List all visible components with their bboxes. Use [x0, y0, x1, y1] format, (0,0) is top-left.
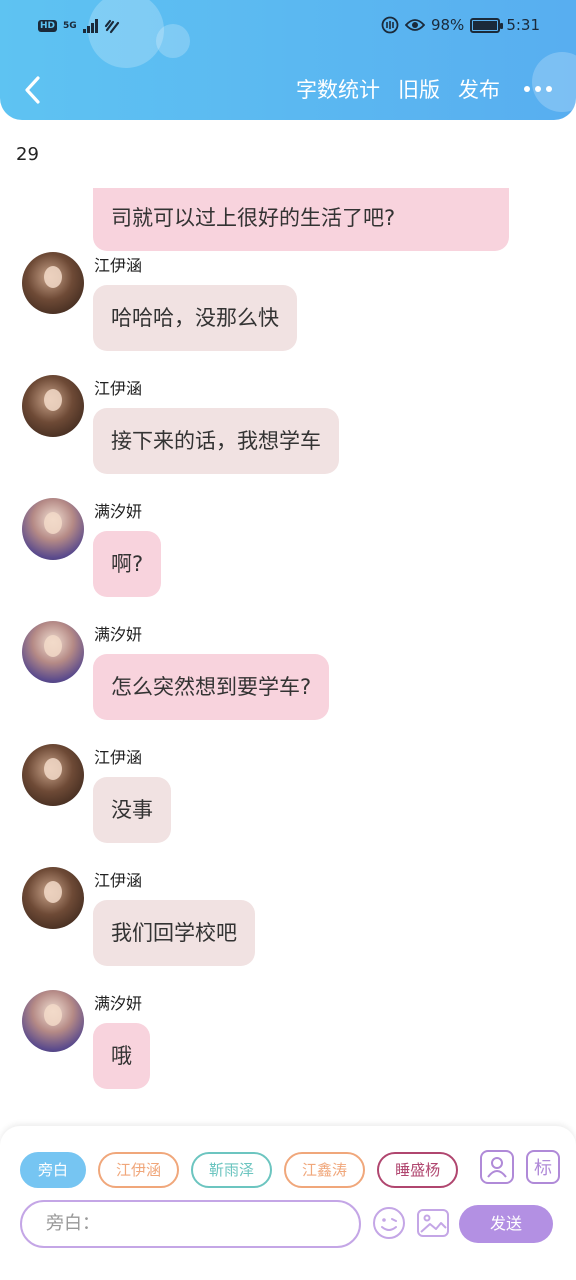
speaker-name: 江伊涵	[94, 379, 143, 398]
person-card-icon[interactable]	[480, 1150, 514, 1184]
message-row: 满汐妍 怎么突然想到要学车?	[0, 621, 576, 744]
input-placeholder: 旁白：	[46, 1213, 100, 1234]
battery-fill	[473, 20, 498, 30]
message-bubble[interactable]: 我们回学校吧	[93, 900, 255, 966]
message-row: 江伊涵 没事	[0, 744, 576, 867]
message-bubble[interactable]: 怎么突然想到要学车?	[93, 654, 330, 720]
composer-panel: 旁白 江伊涵 靳雨泽 江鑫涛 睡盛杨 标 旁白： 发送	[0, 1126, 576, 1280]
hd-badge: HD	[38, 20, 58, 32]
message-bubble[interactable]: 哦	[93, 1023, 150, 1089]
avatar[interactable]	[22, 744, 84, 806]
speaker-name: 江伊涵	[94, 748, 143, 767]
message-bubble[interactable]: 接下来的话，我想学车	[93, 408, 339, 474]
top-header: HD 5G 98% 5:31 字数统计 旧版 发布	[0, 0, 576, 120]
message-row: 满汐妍 哦	[0, 990, 576, 1113]
role-chip-narration[interactable]: 旁白	[20, 1152, 87, 1188]
chevron-left-icon	[25, 76, 40, 104]
message-row: 江伊涵 哈哈哈，没那么快	[0, 252, 576, 375]
battery-percent: 98%	[430, 16, 465, 34]
clock-time: 5:31	[506, 16, 540, 34]
eye-icon	[404, 19, 425, 31]
message-bubble[interactable]: 哈哈哈，没那么快	[93, 285, 297, 351]
send-button[interactable]: 发送	[459, 1205, 553, 1243]
speaker-name: 江伊涵	[94, 256, 143, 275]
message-row: 江伊涵 我们回学校吧	[0, 867, 576, 990]
image-icon[interactable]	[416, 1206, 450, 1240]
word-count-button[interactable]: 字数统计	[296, 74, 380, 104]
nfc-icon	[381, 16, 399, 34]
more-dots-icon[interactable]	[518, 74, 552, 104]
mark-button[interactable]: 标	[526, 1150, 560, 1184]
signal-icon	[82, 19, 98, 33]
nav-bar: 字数统计 旧版 发布	[0, 66, 576, 114]
status-bar: HD 5G 98% 5:31	[0, 14, 576, 44]
back-button[interactable]	[18, 72, 48, 108]
speaker-name: 江伊涵	[94, 871, 143, 890]
battery-icon	[470, 17, 504, 33]
publish-button[interactable]: 发布	[458, 74, 500, 104]
speaker-name: 满汐妍	[94, 625, 143, 644]
wifi-link-icon	[104, 19, 119, 34]
old-version-button[interactable]: 旧版	[398, 74, 440, 104]
avatar[interactable]	[22, 498, 84, 560]
avatar[interactable]	[22, 867, 84, 929]
smiley-icon[interactable]	[372, 1206, 406, 1240]
role-chip[interactable]: 江鑫涛	[284, 1152, 366, 1188]
message-bubble[interactable]: 啊?	[93, 531, 162, 597]
message-row: 司就可以过上很好的生活了吧?	[0, 188, 576, 252]
role-chip[interactable]: 江伊涵	[98, 1152, 180, 1188]
message-bubble[interactable]: 没事	[93, 777, 171, 843]
message-bubble[interactable]: 司就可以过上很好的生活了吧?	[93, 188, 509, 251]
speaker-name: 满汐妍	[94, 994, 143, 1013]
avatar[interactable]	[22, 375, 84, 437]
avatar[interactable]	[22, 990, 84, 1052]
message-row: 江伊涵 接下来的话，我想学车	[0, 375, 576, 498]
avatar[interactable]	[22, 252, 84, 314]
chapter-count: 29	[16, 144, 39, 165]
role-chips: 旁白 江伊涵 靳雨泽 江鑫涛 睡盛杨	[20, 1152, 464, 1188]
network-badge: 5G	[63, 21, 77, 31]
avatar[interactable]	[22, 621, 84, 683]
speaker-name: 满汐妍	[94, 502, 143, 521]
chat-list[interactable]: 司就可以过上很好的生活了吧? 江伊涵 哈哈哈，没那么快 江伊涵 接下来的话，我想…	[0, 188, 576, 1120]
mark-icon-label: 标	[534, 1158, 552, 1179]
message-input[interactable]: 旁白：	[20, 1200, 361, 1248]
role-chip[interactable]: 靳雨泽	[191, 1152, 273, 1188]
message-text: 司就可以过上很好的生活了吧?	[111, 206, 396, 230]
role-chip[interactable]: 睡盛杨	[377, 1152, 459, 1188]
message-row: 满汐妍 啊?	[0, 498, 576, 621]
